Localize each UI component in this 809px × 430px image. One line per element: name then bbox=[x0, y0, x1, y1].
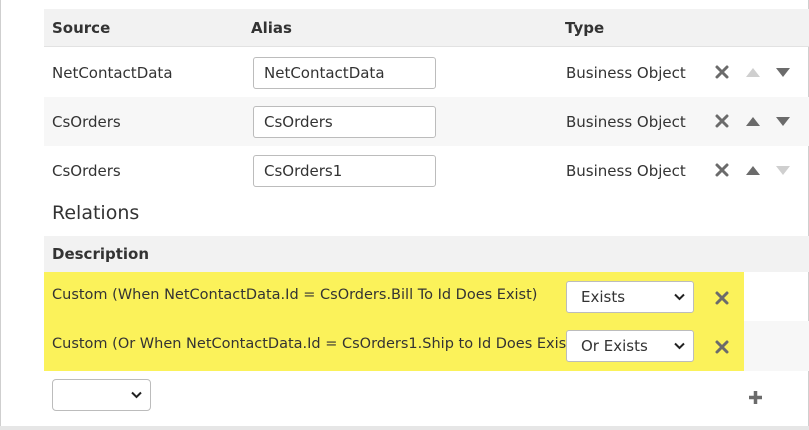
source-name: CsOrders bbox=[52, 113, 121, 131]
move-down-icon bbox=[775, 164, 791, 178]
relation-description: Custom (When NetContactData.Id = CsOrder… bbox=[52, 287, 537, 303]
column-header-description: Description bbox=[52, 245, 149, 263]
remove-icon[interactable] bbox=[714, 162, 730, 178]
add-relation-icon[interactable] bbox=[747, 389, 764, 406]
alias-input[interactable] bbox=[253, 106, 436, 138]
relation-operator-value: Or Exists bbox=[581, 337, 648, 355]
panel-bottom-scroll-track bbox=[0, 426, 809, 430]
source-row: CsOrders Business Object bbox=[44, 146, 809, 195]
move-down-icon[interactable] bbox=[775, 66, 791, 80]
alias-input[interactable] bbox=[253, 155, 436, 187]
relations-heading: Relations bbox=[52, 202, 139, 224]
remove-relation-icon[interactable] bbox=[714, 290, 730, 306]
relation-operator-select[interactable]: Exists bbox=[566, 281, 694, 313]
relation-operator-select[interactable]: Or Exists bbox=[566, 330, 694, 362]
move-up-icon bbox=[745, 65, 761, 79]
source-row: NetContactData Business Object bbox=[44, 48, 809, 97]
chevron-down-icon bbox=[674, 342, 685, 350]
relation-operator-value: Exists bbox=[581, 288, 625, 306]
move-up-icon[interactable] bbox=[745, 114, 761, 128]
source-type: Business Object bbox=[566, 162, 686, 180]
source-type: Business Object bbox=[566, 64, 686, 82]
remove-relation-icon[interactable] bbox=[714, 339, 730, 355]
source-name: CsOrders bbox=[52, 162, 121, 180]
relation-row: Custom (When NetContactData.Id = CsOrder… bbox=[44, 272, 744, 322]
relation-row: Custom (Or When NetContactData.Id = CsOr… bbox=[44, 321, 744, 371]
move-up-icon[interactable] bbox=[745, 163, 761, 177]
alias-input[interactable] bbox=[253, 57, 436, 89]
source-row: CsOrders Business Object bbox=[44, 97, 809, 146]
chevron-down-icon bbox=[674, 293, 685, 301]
relation-description: Custom (Or When NetContactData.Id = CsOr… bbox=[52, 336, 578, 352]
sources-table-header: Source Alias Type bbox=[44, 9, 809, 47]
relation-row-background bbox=[744, 321, 809, 371]
source-type: Business Object bbox=[566, 113, 686, 131]
relations-table-header: Description bbox=[44, 236, 809, 272]
column-header-type: Type bbox=[565, 19, 604, 37]
new-relation-select[interactable] bbox=[52, 379, 151, 411]
chevron-down-icon bbox=[131, 391, 142, 399]
remove-icon[interactable] bbox=[714, 113, 730, 129]
move-down-icon[interactable] bbox=[775, 115, 791, 129]
column-header-alias: Alias bbox=[251, 19, 292, 37]
source-name: NetContactData bbox=[52, 64, 173, 82]
remove-icon[interactable] bbox=[714, 64, 730, 80]
column-header-source: Source bbox=[52, 19, 110, 37]
